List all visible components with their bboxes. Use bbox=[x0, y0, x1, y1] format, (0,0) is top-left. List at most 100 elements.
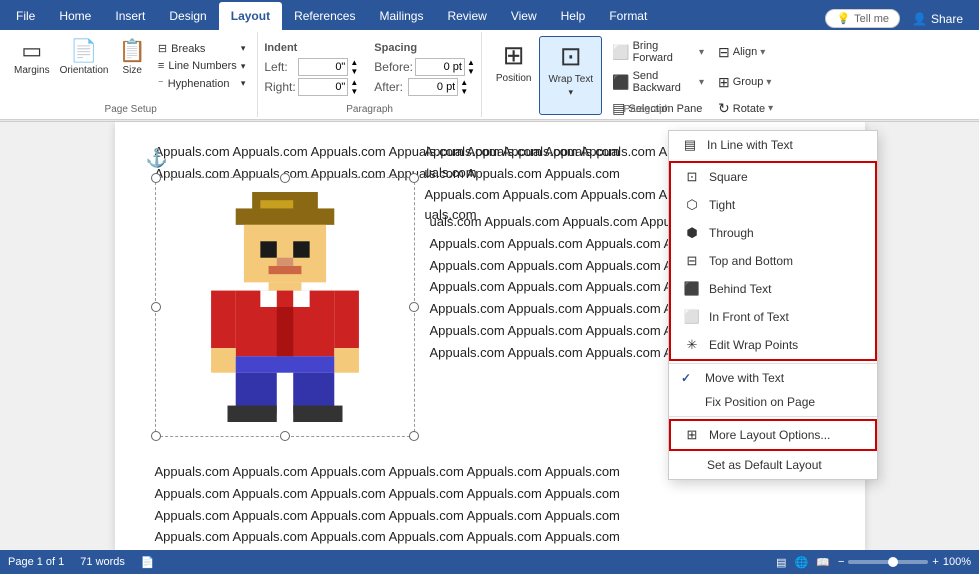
status-right: ▤ 🌐 📖 − + 100% bbox=[776, 556, 971, 569]
bring-forward-icon: ⬜ bbox=[612, 44, 629, 61]
indent-right-spinner[interactable]: ▲▼ bbox=[350, 78, 358, 96]
group-arrow[interactable]: ▾ bbox=[766, 77, 771, 88]
zoom-out-icon[interactable]: − bbox=[838, 556, 844, 568]
line-numbers-icon: ≡ bbox=[158, 60, 164, 72]
resize-handle-tr[interactable] bbox=[409, 173, 419, 183]
spacing-before-input[interactable] bbox=[415, 58, 465, 76]
view-web-icon[interactable]: 🌐 bbox=[795, 556, 809, 569]
position-icon: ⊞ bbox=[503, 40, 525, 71]
text-below-5: Appuals.com Appuals.com Appuals.com Appu… bbox=[155, 549, 845, 550]
dropdown-divider-2 bbox=[669, 416, 877, 417]
align-label: Align bbox=[733, 46, 757, 58]
status-bar: Page 1 of 1 71 words 📄 ▤ 🌐 📖 − + 100% bbox=[0, 550, 979, 574]
dropdown-tight[interactable]: ⬡ Tight bbox=[671, 191, 875, 219]
indent-left-spinner[interactable]: ▲▼ bbox=[350, 58, 358, 76]
spacing-before-label: Before: bbox=[374, 60, 413, 74]
more-layout-icon: ⊞ bbox=[683, 426, 701, 444]
arrange-label: Paragraph bbox=[482, 104, 812, 115]
through-wrap-icon: ⬢ bbox=[683, 224, 701, 242]
square-wrap-icon: ⊡ bbox=[683, 168, 701, 186]
indent-right-row: Right: ▲▼ bbox=[264, 78, 358, 96]
dropdown-square[interactable]: ⊡ Square bbox=[671, 163, 875, 191]
resize-handle-mr[interactable] bbox=[409, 302, 419, 312]
dropdown-fix-position[interactable]: Fix Position on Page bbox=[669, 390, 877, 414]
zoom-in-icon[interactable]: + bbox=[932, 556, 938, 568]
tab-help[interactable]: Help bbox=[549, 2, 598, 30]
view-read-icon[interactable]: 📖 bbox=[816, 556, 830, 569]
tab-mailings[interactable]: Mailings bbox=[367, 2, 435, 30]
resize-handle-tl[interactable] bbox=[151, 173, 161, 183]
align-arrow[interactable]: ▾ bbox=[760, 47, 765, 58]
indent-left-label: Left: bbox=[264, 60, 296, 74]
bring-forward-label: Bring Forward bbox=[633, 40, 696, 64]
share-label: Share bbox=[931, 12, 963, 26]
zoom-slider[interactable] bbox=[848, 560, 928, 564]
text-below-2: Appuals.com Appuals.com Appuals.com Appu… bbox=[155, 484, 845, 505]
resize-handle-tm[interactable] bbox=[280, 173, 290, 183]
image-container[interactable]: ⚓ bbox=[155, 177, 415, 437]
tab-review[interactable]: Review bbox=[435, 2, 498, 30]
move-with-text-check: ✓ bbox=[681, 371, 697, 385]
dropdown-in-front-of-text[interactable]: ⬜ In Front of Text bbox=[671, 303, 875, 331]
breaks-button[interactable]: ⊟ Breaks ▾ bbox=[152, 40, 251, 57]
wrap-text-dropdown: ▤ In Line with Text ⊡ Square ⬡ Tight ⬢ T… bbox=[668, 130, 878, 480]
tab-insert[interactable]: Insert bbox=[103, 2, 157, 30]
dropdown-set-default[interactable]: Set as Default Layout bbox=[669, 451, 877, 479]
paragraph-label: Paragraph bbox=[258, 104, 481, 115]
bring-forward-button[interactable]: ⬜ Bring Forward ▾ bbox=[606, 38, 710, 66]
wrap-text-label: Wrap Text bbox=[548, 74, 593, 85]
send-backward-button[interactable]: ⬛ Send Backward ▾ bbox=[606, 68, 710, 96]
resize-handle-ml[interactable] bbox=[151, 302, 161, 312]
tab-references[interactable]: References bbox=[282, 2, 367, 30]
tab-format[interactable]: Format bbox=[597, 2, 659, 30]
share-button[interactable]: 👤 Share bbox=[904, 10, 971, 28]
view-mode-icon[interactable]: ▤ bbox=[776, 556, 786, 569]
lightbulb-icon: 💡 bbox=[836, 12, 850, 25]
group-button[interactable]: ⊞ Group ▾ bbox=[712, 68, 816, 96]
resize-handle-bm[interactable] bbox=[280, 431, 290, 441]
page-indicator: Page 1 of 1 bbox=[8, 556, 64, 568]
spacing-after-input[interactable] bbox=[408, 78, 458, 96]
resize-handle-br[interactable] bbox=[409, 431, 419, 441]
word-count: 71 words bbox=[80, 556, 125, 568]
dropdown-inline-with-text[interactable]: ▤ In Line with Text bbox=[669, 131, 877, 159]
hyphenation-button[interactable]: ⁻ Hyphenation ▾ bbox=[152, 75, 251, 92]
tab-layout[interactable]: Layout bbox=[219, 2, 282, 30]
spacing-before-spinner[interactable]: ▲▼ bbox=[467, 58, 475, 76]
dropdown-edit-wrap-points[interactable]: ✳ Edit Wrap Points bbox=[671, 331, 875, 359]
dropdown-top-and-bottom[interactable]: ⊟ Top and Bottom bbox=[671, 247, 875, 275]
dropdown-more-layout[interactable]: ⊞ More Layout Options... bbox=[669, 419, 877, 451]
spacing-after-spinner[interactable]: ▲▼ bbox=[460, 78, 468, 96]
line-numbers-button[interactable]: ≡ Line Numbers ▾ bbox=[152, 58, 251, 74]
zoom-thumb[interactable] bbox=[888, 557, 898, 567]
spacing-after-label: After: bbox=[374, 80, 406, 94]
tab-home[interactable]: Home bbox=[47, 2, 103, 30]
orientation-button[interactable]: 📄 Orientation bbox=[56, 36, 113, 78]
indent-right-input[interactable] bbox=[298, 78, 348, 96]
margins-button[interactable]: ▭ Margins bbox=[10, 36, 54, 78]
align-icon: ⊟ bbox=[718, 44, 730, 61]
size-button[interactable]: 📋 Size bbox=[115, 36, 150, 78]
dropdown-behind-text[interactable]: ⬛ Behind Text bbox=[671, 275, 875, 303]
orientation-icon: 📄 bbox=[70, 38, 97, 64]
in-front-text-icon: ⬜ bbox=[683, 308, 701, 326]
send-backward-arrow[interactable]: ▾ bbox=[699, 77, 704, 88]
arrange-row-2: ⬛ Send Backward ▾ ⊞ Group ▾ bbox=[606, 68, 816, 96]
resize-handle-bl[interactable] bbox=[151, 431, 161, 441]
tab-right-area: 💡 Tell me 👤 Share bbox=[825, 9, 979, 30]
indent-left-input[interactable] bbox=[298, 58, 348, 76]
tab-file[interactable]: File bbox=[4, 2, 47, 30]
bring-forward-arrow[interactable]: ▾ bbox=[699, 47, 704, 58]
tab-design[interactable]: Design bbox=[157, 2, 218, 30]
spacing-after-row: After: ▲▼ bbox=[374, 78, 475, 96]
tab-view[interactable]: View bbox=[499, 2, 549, 30]
align-button[interactable]: ⊟ Align ▾ bbox=[712, 38, 816, 66]
tell-me-box[interactable]: 💡 Tell me bbox=[825, 9, 900, 28]
breaks-icon: ⊟ bbox=[158, 42, 167, 55]
group-icon: ⊞ bbox=[718, 74, 730, 91]
behind-text-icon: ⬛ bbox=[683, 280, 701, 298]
hyphenation-icon: ⁻ bbox=[158, 77, 164, 90]
tell-me-label: Tell me bbox=[854, 13, 889, 25]
dropdown-through[interactable]: ⬢ Through bbox=[671, 219, 875, 247]
dropdown-move-with-text[interactable]: ✓ Move with Text bbox=[669, 366, 877, 390]
